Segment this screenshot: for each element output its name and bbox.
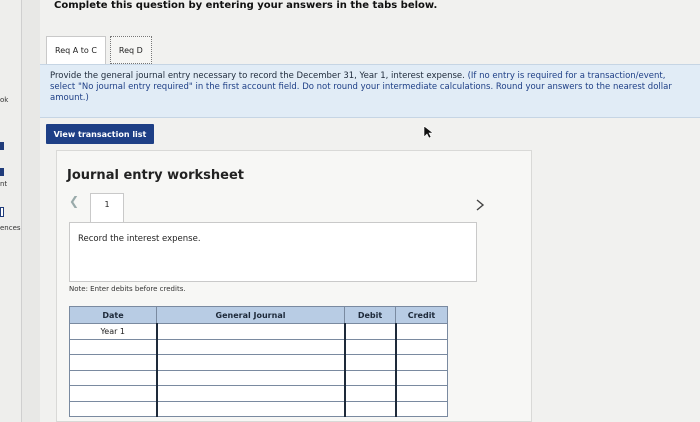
date-cell: Year 1 <box>69 323 157 340</box>
header-date: Date <box>69 306 157 324</box>
question-text: Provide the general journal entry necess… <box>50 71 690 104</box>
table-row <box>69 369 448 386</box>
table-row <box>69 385 448 402</box>
instructions-text: Complete this question by entering your … <box>54 0 438 11</box>
view-transaction-list-button[interactable]: View transaction list <box>46 124 154 144</box>
entry-description-box: Record the interest expense. <box>69 222 477 282</box>
sidebar-fragment-a: ok <box>0 96 9 104</box>
chevron-left-icon[interactable]: ❮ <box>69 194 79 208</box>
account-field[interactable] <box>155 369 345 386</box>
sidebar-fragment-b: nt <box>0 180 8 188</box>
sidebar-marker <box>0 142 4 150</box>
table-row <box>69 354 448 371</box>
credit-field[interactable] <box>394 369 448 386</box>
header-debit: Debit <box>344 306 396 324</box>
debit-field[interactable] <box>343 400 396 417</box>
date-cell <box>69 385 157 402</box>
journal-entry-worksheet: Journal entry worksheet ❮ 1 Record the i… <box>56 150 532 422</box>
credit-field[interactable] <box>394 323 448 340</box>
sidebar-marker <box>0 168 4 176</box>
worksheet-page-tab[interactable]: 1 <box>90 193 124 223</box>
credit-field[interactable] <box>394 338 448 355</box>
entry-description: Record the interest expense. <box>78 234 201 244</box>
chevron-right-icon[interactable] <box>474 198 486 212</box>
question-panel: Complete this question by entering your … <box>40 0 700 422</box>
account-field[interactable] <box>155 323 345 340</box>
question-box: Provide the general journal entry necess… <box>40 64 700 118</box>
account-field[interactable] <box>155 385 345 402</box>
tab-req-a-to-c[interactable]: Req A to C <box>46 36 106 64</box>
credit-field[interactable] <box>394 400 448 417</box>
worksheet-title: Journal entry worksheet <box>67 168 244 183</box>
sidebar-marker <box>0 207 4 217</box>
debit-field[interactable] <box>343 369 396 386</box>
credit-field[interactable] <box>394 385 448 402</box>
cursor-icon <box>423 125 434 139</box>
journal-table: Date General Journal Debit Credit Year 1 <box>69 306 448 417</box>
date-cell <box>69 338 157 355</box>
debit-field[interactable] <box>343 385 396 402</box>
left-sidebar: ok nt ences <box>0 0 22 422</box>
header-credit: Credit <box>395 306 448 324</box>
date-cell <box>69 354 157 371</box>
credit-field[interactable] <box>394 354 448 371</box>
account-field[interactable] <box>155 400 345 417</box>
tab-req-d[interactable]: Req D <box>109 36 152 64</box>
note-text: Note: Enter debits before credits. <box>69 285 186 293</box>
question-main: Provide the general journal entry necess… <box>50 71 465 81</box>
table-row <box>69 338 448 355</box>
account-field[interactable] <box>155 338 345 355</box>
date-cell <box>69 369 157 386</box>
tab-bar: Req A to C Req D <box>46 36 152 64</box>
date-cell <box>69 400 157 417</box>
page-number: 1 <box>104 200 110 209</box>
header-general-journal: General Journal <box>156 306 345 324</box>
debit-field[interactable] <box>343 354 396 371</box>
debit-field[interactable] <box>343 323 396 340</box>
table-row: Year 1 <box>69 323 448 340</box>
debit-field[interactable] <box>343 338 396 355</box>
sidebar-fragment-c: ences <box>0 224 21 232</box>
account-field[interactable] <box>155 354 345 371</box>
table-row <box>69 400 448 417</box>
